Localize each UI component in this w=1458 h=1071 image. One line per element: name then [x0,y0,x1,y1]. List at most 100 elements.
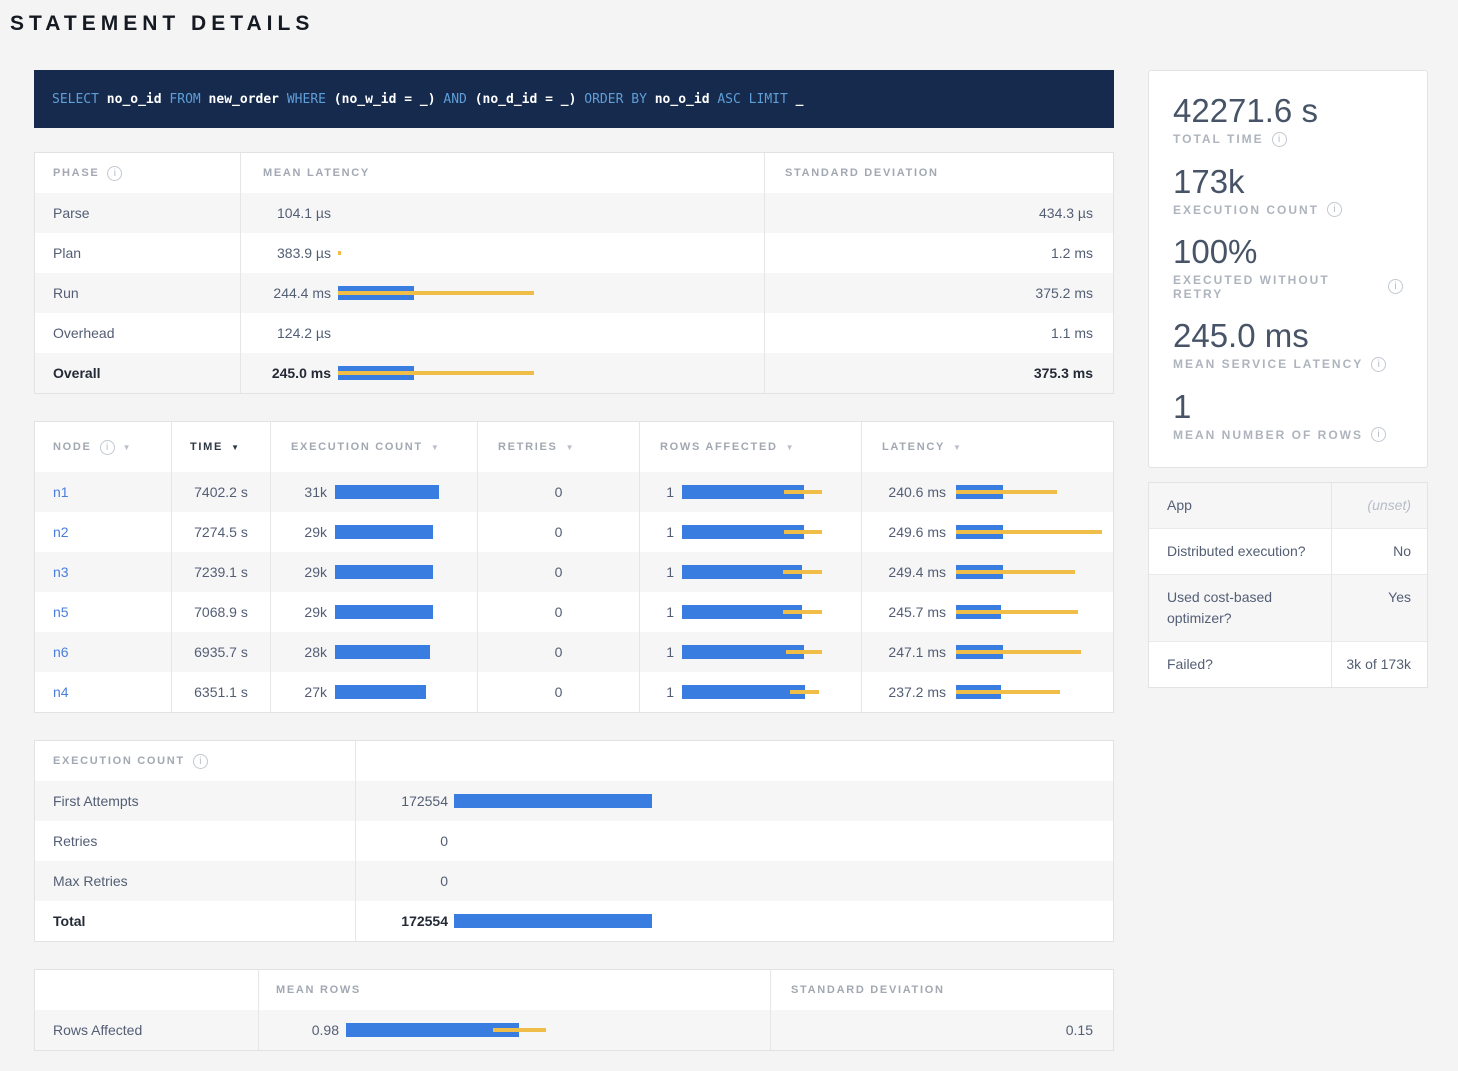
column-header-time[interactable]: TIME ▼ [172,422,271,472]
execution-count-bar [335,605,465,619]
sort-desc-icon: ▼ [786,443,796,452]
info-icon[interactable]: i [107,166,122,181]
column-header-retries[interactable]: RETRIES ▼ [478,422,640,472]
phase-label: Plan [35,233,241,273]
table-row: Failed? 3k of 173k [1149,641,1427,687]
time-value: 6935.7 s [172,632,271,672]
node-link[interactable]: n2 [53,524,69,540]
info-icon[interactable]: i [1388,279,1403,294]
execution-count-bar [335,645,465,659]
column-header-execution-count[interactable]: EXECUTION COUNT ▼ [271,422,478,472]
table-row: First Attempts 172554 [35,781,1113,821]
stddev-value: 375.3 ms [764,353,1113,393]
table-row: Retries 0 [35,821,1113,861]
table-row: n5 7068.9 s 29k 0 1 245.7 ms [35,592,1113,632]
node-link[interactable]: n3 [53,564,69,580]
rows-affected-value: 1 [640,684,674,700]
info-icon[interactable]: i [1371,427,1386,442]
execution-count-value: 29k [271,604,327,620]
execution-count-bar [335,525,465,539]
info-icon[interactable]: i [1327,202,1342,217]
latency-bar [338,206,534,220]
mean-latency-value: 124.2 µs [241,325,331,341]
table-row: Max Retries 0 [35,861,1113,901]
mean-latency-value: 244.4 ms [241,285,331,301]
rows-affected-bar [682,645,822,659]
table-row: Used cost-based optimizer? Yes [1149,574,1427,641]
stddev-value: 0.15 [771,1010,1113,1050]
time-value: 7068.9 s [172,592,271,632]
execution-count-value: 29k [271,524,327,540]
phase-label: Overall [35,353,241,393]
stddev-value: 1.1 ms [764,313,1113,353]
rows-affected-value: 1 [640,604,674,620]
exec-row-value: 172554 [356,793,448,809]
column-header-standard-deviation: STANDARD DEVIATION [764,153,1113,193]
count-bar [454,874,1102,888]
statement-details-page: STATEMENT DETAILS SELECT no_o_id FROM ne… [0,0,1458,1071]
mean-latency-value: 104.1 µs [241,205,331,221]
execution-count-value: 29k [271,564,327,580]
table-row: n3 7239.1 s 29k 0 1 249.4 ms [35,552,1113,592]
rows-affected-table: MEAN ROWS STANDARD DEVIATION Rows Affect… [34,969,1114,1051]
time-value: 7402.2 s [172,472,271,512]
attribute-value: Yes [1332,575,1427,641]
latency-value: 237.2 ms [862,684,946,700]
execution-count-value: 27k [271,684,327,700]
attribute-value: No [1332,529,1427,574]
table-row: n6 6935.7 s 28k 0 1 247.1 ms [35,632,1113,672]
rows-affected-label: Rows Affected [35,1010,259,1050]
latency-bar [338,326,534,340]
time-value: 7274.5 s [172,512,271,552]
rows-affected-value: 1 [640,524,674,540]
column-header-node[interactable]: NODE i ▼ [35,422,172,472]
table-row: Distributed execution? No [1149,528,1427,574]
info-icon[interactable]: i [1371,357,1386,372]
table-row: Rows Affected 0.98 0.15 [35,1010,1113,1050]
time-value: 6351.1 s [172,672,271,712]
latency-bar [956,685,1106,699]
stat-mean-number-of-rows: 1 MEAN NUMBER OF ROWSi [1173,389,1403,443]
node-link[interactable]: n1 [53,484,69,500]
retries-value: 0 [478,672,640,712]
node-link[interactable]: n6 [53,644,69,660]
exec-row-label: First Attempts [35,781,356,821]
table-row: Plan 383.9 µs 1.2 ms [35,233,1113,273]
rows-affected-bar [682,605,822,619]
latency-bar [956,645,1106,659]
column-header-latency[interactable]: LATENCY ▼ [862,422,1113,472]
mean-rows-value: 0.98 [259,1022,339,1038]
attribute-label: Used cost-based optimizer? [1149,575,1332,641]
node-link[interactable]: n5 [53,604,69,620]
table-header-row: EXECUTION COUNT i [35,741,1113,781]
info-icon[interactable]: i [100,440,115,455]
phase-label: Overhead [35,313,241,353]
attribute-label: Failed? [1149,642,1332,687]
info-icon[interactable]: i [1272,132,1287,147]
table-row: App (unset) [1149,483,1427,528]
execution-count-value: 31k [271,484,327,500]
phase-label: Parse [35,193,241,233]
exec-row-label: Max Retries [35,861,356,901]
statement-attributes-table: App (unset) Distributed execution? No Us… [1148,482,1428,688]
attribute-label: Distributed execution? [1149,529,1332,574]
retries-value: 0 [478,632,640,672]
count-bar [454,914,1102,928]
rows-affected-bar [682,485,822,499]
sort-desc-icon: ▼ [953,443,963,452]
rows-affected-bar [682,525,822,539]
stat-mean-service-latency: 245.0 ms MEAN SERVICE LATENCYi [1173,318,1403,372]
exec-row-value: 0 [356,833,448,849]
rows-affected-bar [682,565,822,579]
time-value: 7239.1 s [172,552,271,592]
latency-bar [956,605,1106,619]
execution-count-value: 28k [271,644,327,660]
retries-value: 0 [478,512,640,552]
stddev-value: 375.2 ms [764,273,1113,313]
execution-count-bar [335,685,465,699]
latency-value: 247.1 ms [862,644,946,660]
column-header-rows-affected[interactable]: ROWS AFFECTED ▼ [640,422,862,472]
exec-row-label: Total [35,901,356,941]
info-icon[interactable]: i [193,754,208,769]
node-link[interactable]: n4 [53,684,69,700]
